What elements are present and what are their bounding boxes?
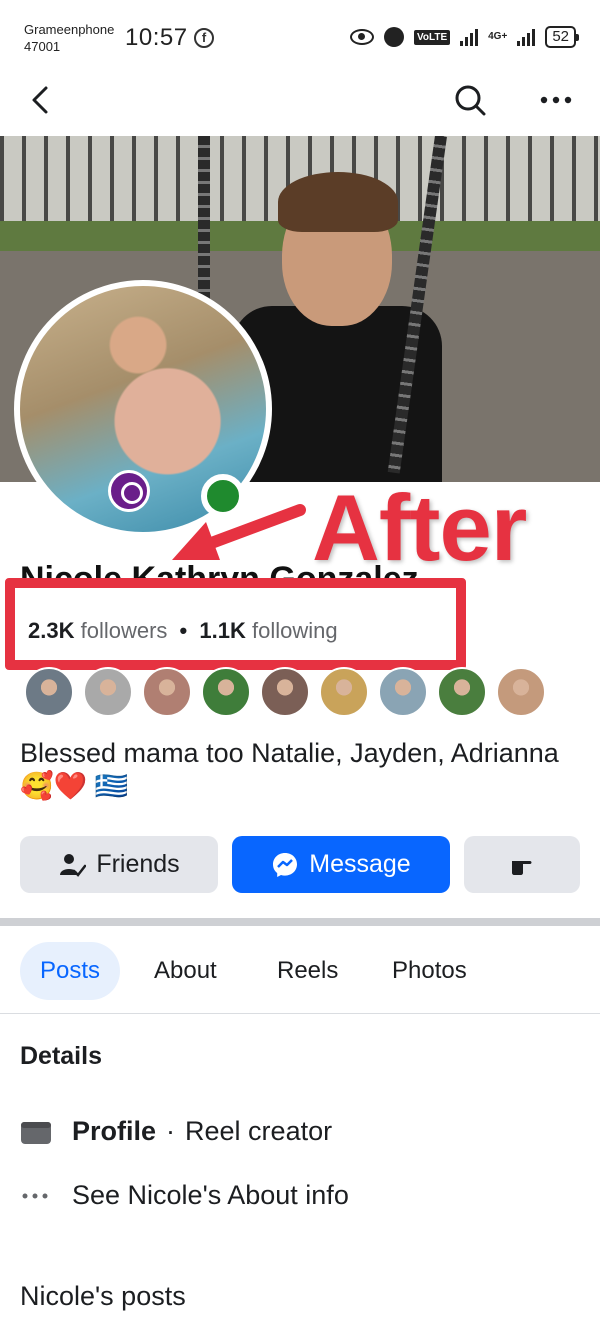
follower-avatar[interactable] bbox=[319, 667, 369, 717]
follower-avatar[interactable] bbox=[378, 667, 428, 717]
followers-preview[interactable] bbox=[24, 667, 555, 717]
battery-icon: 52 bbox=[545, 26, 579, 48]
stats-separator: • bbox=[179, 618, 188, 643]
about-link-label: See Nicole's About info bbox=[72, 1180, 349, 1210]
profile-separator: · bbox=[166, 1116, 176, 1146]
status-time: 10:57 bbox=[125, 24, 188, 51]
profile-bio: Blessed mama too Natalie, Jayden, Adrian… bbox=[20, 738, 559, 801]
poke-hand-icon bbox=[512, 860, 532, 875]
battery-level: 52 bbox=[552, 28, 569, 45]
network-type: 4G+ bbox=[488, 31, 508, 42]
reel-creator-badge-icon bbox=[108, 470, 150, 512]
carrier-code: 47001 bbox=[24, 39, 61, 54]
follower-avatar[interactable] bbox=[201, 667, 251, 717]
profile-label: Profile bbox=[72, 1116, 157, 1146]
details-title: Details bbox=[20, 1042, 102, 1070]
follower-avatar[interactable] bbox=[496, 667, 546, 717]
follower-avatar[interactable] bbox=[260, 667, 310, 717]
facebook-notification-icon: f bbox=[194, 28, 214, 48]
alarm-icon bbox=[383, 27, 404, 47]
messenger-icon bbox=[273, 852, 298, 877]
tab-about[interactable]: About bbox=[154, 942, 217, 1000]
message-button[interactable]: Message bbox=[232, 836, 450, 893]
search-icon[interactable] bbox=[454, 84, 486, 116]
poke-button[interactable] bbox=[464, 836, 580, 893]
more-options-icon[interactable] bbox=[538, 90, 574, 110]
following-label: following bbox=[251, 618, 338, 643]
followers-label: followers bbox=[80, 618, 168, 643]
annotation-arrow-icon bbox=[172, 504, 306, 560]
friends-button-label: Friends bbox=[96, 850, 180, 878]
follower-avatar[interactable] bbox=[24, 667, 74, 717]
carrier-info: Grameenphone 47001 bbox=[24, 21, 114, 55]
following-count: 1.1K bbox=[199, 618, 246, 643]
section-divider bbox=[0, 918, 600, 926]
signal-icon bbox=[460, 28, 479, 46]
message-button-label: Message bbox=[309, 850, 411, 878]
follower-avatar[interactable] bbox=[437, 667, 487, 717]
cover-person-hair bbox=[278, 172, 398, 232]
status-bar: Grameenphone 47001 10:57 f VoLTE 4G+ 52 bbox=[0, 0, 600, 72]
signal-icon-2 bbox=[517, 28, 536, 46]
tab-photos[interactable]: Photos bbox=[392, 942, 467, 1000]
posts-section-title: Nicole's posts bbox=[20, 1281, 186, 1311]
annotation-label: After bbox=[312, 475, 527, 580]
volte-icon: VoLTE bbox=[413, 29, 451, 45]
tab-posts[interactable]: Posts bbox=[20, 942, 121, 1000]
detail-profile-type: Profile · Reel creator bbox=[20, 1116, 332, 1147]
follower-avatar[interactable] bbox=[142, 667, 192, 717]
profile-type: Reel creator bbox=[185, 1116, 333, 1146]
carrier-name: Grameenphone bbox=[24, 22, 115, 37]
follower-avatar[interactable] bbox=[83, 667, 133, 717]
status-icons: VoLTE 4G+ 52 bbox=[349, 26, 579, 48]
back-arrow-icon[interactable] bbox=[26, 84, 58, 116]
tab-reels[interactable]: Reels bbox=[277, 942, 338, 1000]
followers-count: 2.3K bbox=[28, 618, 75, 643]
friends-button[interactable]: Friends bbox=[20, 836, 218, 893]
clapperboard-icon bbox=[21, 1121, 51, 1144]
tabs-divider bbox=[0, 1013, 600, 1014]
follow-stats[interactable]: 2.3K followers • 1.1K following bbox=[28, 618, 338, 644]
friend-check-icon bbox=[60, 853, 87, 877]
more-dots-icon bbox=[22, 1193, 48, 1198]
see-about-info-link[interactable]: See Nicole's About info bbox=[20, 1180, 349, 1211]
eye-icon bbox=[349, 29, 374, 45]
